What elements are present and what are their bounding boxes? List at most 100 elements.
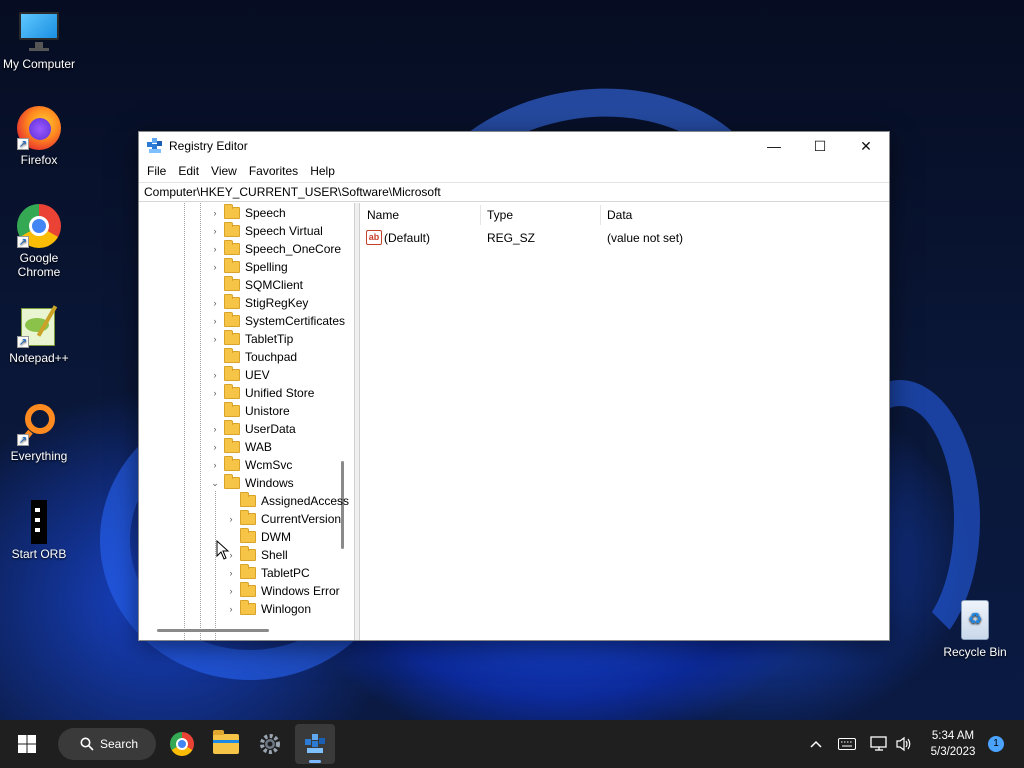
window-title: Registry Editor (169, 139, 248, 153)
tree-expand-icon[interactable]: › (209, 258, 221, 276)
volume-button[interactable] (893, 732, 915, 756)
desktop-icon-my-computer[interactable]: My Computer (1, 10, 77, 71)
desktop-icon-everything[interactable]: ↗ Everything (1, 402, 77, 463)
tree-node[interactable]: › CurrentVersion (225, 510, 341, 528)
taskbar-chrome-button[interactable] (162, 724, 202, 764)
folder-icon (224, 294, 240, 309)
tree-expand-icon[interactable]: › (209, 240, 221, 258)
tree-collapse-icon[interactable]: ⌄ (209, 474, 221, 492)
tree-node[interactable]: ⌄ Windows (209, 474, 294, 492)
tree-expand-icon[interactable]: › (225, 564, 237, 582)
taskbar-file-explorer-button[interactable] (206, 724, 246, 764)
tree-expand-icon[interactable]: › (209, 366, 221, 384)
tree-expand-icon[interactable]: › (209, 312, 221, 330)
tree-node[interactable]: › Spelling (209, 258, 288, 276)
tree-expand-icon[interactable]: › (209, 420, 221, 438)
network-button[interactable] (868, 732, 890, 756)
value-row-default[interactable]: ab (Default) REG_SZ (value not set) (360, 227, 889, 249)
tree-expand-icon[interactable]: › (209, 204, 221, 222)
tree-node[interactable]: DWM (225, 528, 291, 546)
keyboard-button[interactable] (836, 732, 858, 756)
tree-expand-icon[interactable]: › (209, 456, 221, 474)
tree-node-label: CurrentVersion (261, 512, 342, 526)
tree-node-label: Speech Virtual (245, 224, 323, 238)
menu-edit[interactable]: Edit (172, 164, 205, 178)
folder-icon (224, 222, 240, 237)
tree-expand-icon[interactable]: › (225, 510, 237, 528)
menu-file[interactable]: File (141, 164, 172, 178)
folder-icon (240, 492, 256, 507)
registry-editor-window[interactable]: Registry Editor — ☐ ✕ File Edit View Fav… (138, 131, 890, 641)
menu-favorites[interactable]: Favorites (243, 164, 304, 178)
menu-view[interactable]: View (205, 164, 243, 178)
tree-node[interactable]: › TabletPC (225, 564, 310, 582)
tree-node[interactable]: Unistore (209, 402, 290, 420)
tree-expand-icon[interactable]: › (209, 384, 221, 402)
tree-node[interactable]: › WcmSvc (209, 456, 292, 474)
tree-node[interactable]: Touchpad (209, 348, 297, 366)
column-header-name[interactable]: Name (360, 203, 399, 227)
folder-icon (240, 528, 256, 543)
desktop-icon-label: Notepad++ (9, 351, 69, 365)
desktop-icon-start-orb[interactable]: Start ORB (1, 500, 77, 561)
monitor-icon (17, 10, 61, 54)
desktop-icon-firefox[interactable]: ↗ Firefox (1, 106, 77, 167)
tree-node[interactable]: › Windows Error (225, 582, 340, 600)
tree-node[interactable]: › UEV (209, 366, 270, 384)
values-list[interactable]: Name Type Data ab (Default) REG_SZ (valu… (359, 203, 889, 640)
tree-expand-icon[interactable]: › (209, 330, 221, 348)
tree-expand-icon[interactable]: › (209, 222, 221, 240)
column-header-data[interactable]: Data (600, 203, 632, 227)
taskbar-clock[interactable]: 5:34 AM 5/3/2023 (920, 728, 986, 760)
menu-help[interactable]: Help (304, 164, 341, 178)
start-orb-icon (17, 500, 61, 544)
show-hidden-icons-button[interactable] (806, 732, 826, 756)
address-bar[interactable]: Computer\HKEY_CURRENT_USER\Software\Micr… (139, 182, 889, 202)
notification-badge[interactable]: 1 (988, 736, 1004, 752)
tree-node[interactable]: › Speech Virtual (209, 222, 323, 240)
desktop-icon-notepad-plus-plus[interactable]: ↗ Notepad++ (1, 304, 77, 365)
tree-node[interactable]: › UserData (209, 420, 296, 438)
tree-node[interactable]: › SystemCertificates (209, 312, 345, 330)
desktop-icon-google-chrome[interactable]: ↗ Google Chrome (1, 204, 77, 279)
tree-node[interactable]: › Winlogon (225, 600, 311, 618)
registry-tree[interactable]: › Speech › Speech Virtual › Speech_OneCore › Sp… (139, 203, 355, 640)
taskbar-registry-editor-button[interactable] (295, 724, 335, 764)
tree-node-label: UEV (245, 368, 270, 382)
recycle-bin-icon: ♻ (953, 598, 997, 642)
tree-node-label: Unistore (245, 404, 290, 418)
keyboard-icon (838, 738, 856, 750)
tree-node[interactable]: › Shell (225, 546, 288, 564)
column-header-type[interactable]: Type (480, 203, 513, 227)
tree-node-label: Speech_OneCore (245, 242, 342, 256)
title-bar[interactable]: Registry Editor — ☐ ✕ (139, 132, 889, 160)
desktop-icon-label: Google Chrome (17, 251, 61, 279)
tree-node[interactable]: › WAB (209, 438, 272, 456)
menu-bar: File Edit View Favorites Help (139, 160, 889, 182)
clock-time: 5:34 AM (931, 730, 975, 742)
tree-expand-icon[interactable]: › (225, 600, 237, 618)
tree-node[interactable]: SQMClient (209, 276, 303, 294)
minimize-button[interactable]: — (751, 132, 797, 160)
folder-icon (240, 582, 256, 597)
close-button[interactable]: ✕ (843, 132, 889, 160)
chevron-up-icon (810, 740, 822, 748)
tree-node[interactable]: AssignedAccess (225, 492, 349, 510)
tree-expand-icon[interactable]: › (225, 582, 237, 600)
tree-expand-icon[interactable]: › (209, 438, 221, 456)
start-button[interactable] (7, 724, 47, 764)
value-data: (value not set) (607, 231, 684, 245)
tree-node[interactable]: › Speech (209, 204, 286, 222)
folder-icon (224, 420, 240, 435)
desktop-icon-recycle-bin[interactable]: ♻ Recycle Bin (937, 598, 1013, 659)
tree-node[interactable]: › StigRegKey (209, 294, 308, 312)
tree-node[interactable]: › TabletTip (209, 330, 293, 348)
tree-node[interactable]: › Speech_OneCore (209, 240, 341, 258)
maximize-button[interactable]: ☐ (797, 132, 843, 160)
folder-icon (224, 474, 240, 489)
tree-node[interactable]: › Unified Store (209, 384, 314, 402)
taskbar-settings-button[interactable] (250, 724, 290, 764)
taskbar-search-box[interactable]: Search (58, 728, 156, 760)
tree-expand-icon[interactable]: › (209, 294, 221, 312)
tree-horizontal-scrollbar[interactable] (157, 629, 269, 632)
